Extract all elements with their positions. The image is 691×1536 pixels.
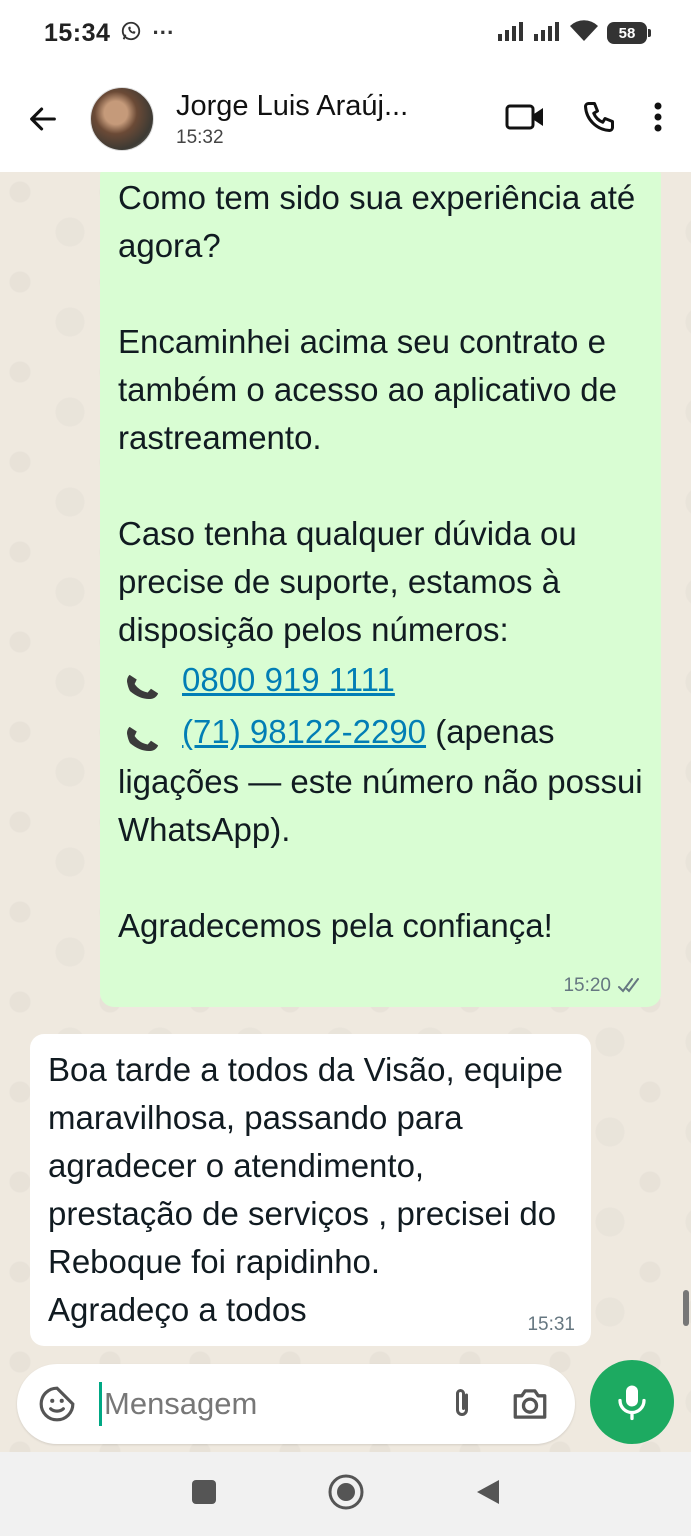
paperclip-icon bbox=[456, 1389, 468, 1416]
back-button[interactable] bbox=[8, 84, 78, 154]
outgoing-message-text-1: Como tem sido sua experiência até agora?… bbox=[118, 179, 636, 648]
sticker-emoji-button[interactable] bbox=[37, 1384, 77, 1424]
chat-header: Jorge Luis Araúj... 15:32 bbox=[0, 66, 691, 172]
contact-name: Jorge Luis Araúj... bbox=[176, 89, 409, 122]
arrow-left-icon bbox=[30, 107, 56, 131]
voice-call-button[interactable] bbox=[581, 99, 617, 140]
wifi-icon bbox=[569, 19, 599, 47]
battery-icon: 58 bbox=[607, 22, 651, 44]
microphone-icon bbox=[618, 1385, 646, 1421]
phone-icon bbox=[584, 101, 614, 132]
phone-2-suffix: (apenas bbox=[426, 713, 555, 750]
circle-icon bbox=[328, 1474, 363, 1509]
incoming-message-text: Boa tarde a todos da Visão, equipe marav… bbox=[48, 1051, 563, 1328]
status-time: 15:34 bbox=[44, 18, 111, 47]
avatar[interactable] bbox=[90, 87, 154, 151]
video-camera-icon bbox=[505, 104, 543, 129]
signal-icon bbox=[497, 20, 525, 47]
outgoing-meta: 15:20 bbox=[563, 975, 645, 997]
video-call-button[interactable] bbox=[505, 102, 545, 137]
more-notifications-icon: ··· bbox=[152, 20, 175, 45]
last-seen: 15:32 bbox=[176, 126, 224, 148]
system-navigation-bar bbox=[0, 1452, 691, 1536]
triangle-back-icon bbox=[476, 1479, 499, 1504]
attach-button[interactable] bbox=[439, 1381, 485, 1427]
outgoing-message-text-2: ligações — este número não possui WhatsA… bbox=[118, 763, 643, 944]
contact-info[interactable]: Jorge Luis Araúj... 15:32 bbox=[176, 90, 446, 149]
sticker-icon bbox=[39, 1386, 75, 1422]
back-nav-button[interactable] bbox=[475, 1478, 501, 1511]
recent-apps-button[interactable] bbox=[191, 1479, 217, 1510]
camera-icon bbox=[513, 1389, 547, 1419]
home-button[interactable] bbox=[327, 1473, 365, 1516]
more-options-button[interactable] bbox=[653, 101, 663, 138]
telephone-receiver-icon bbox=[118, 706, 170, 758]
scrollbar-thumb[interactable] bbox=[683, 1290, 689, 1326]
status-bar: 15:34 ··· 58 bbox=[0, 0, 691, 66]
message-input[interactable] bbox=[99, 1382, 399, 1426]
message-composer bbox=[17, 1364, 575, 1444]
kebab-menu-icon bbox=[654, 102, 662, 131]
telephone-receiver-icon bbox=[118, 654, 170, 706]
double-check-icon bbox=[618, 978, 639, 993]
incoming-time: 15:31 bbox=[527, 1314, 575, 1335]
microphone-button[interactable] bbox=[590, 1360, 674, 1444]
phone-line-1: 0800 919 1111 bbox=[118, 654, 643, 706]
signal-icon-2 bbox=[533, 20, 561, 47]
camera-button[interactable] bbox=[507, 1381, 553, 1427]
phone-link-1[interactable]: 0800 919 1111 bbox=[182, 654, 395, 706]
chat-area[interactable]: Como tem sido sua experiência até agora?… bbox=[0, 172, 691, 1452]
outgoing-message[interactable]: Como tem sido sua experiência até agora?… bbox=[100, 172, 661, 1007]
incoming-message[interactable]: Boa tarde a todos da Visão, equipe marav… bbox=[30, 1034, 591, 1346]
phone-link-2[interactable]: (71) 98122-2290 bbox=[182, 713, 426, 750]
outgoing-time: 15:20 bbox=[563, 975, 611, 996]
whatsapp-notification-icon bbox=[120, 20, 142, 47]
square-icon bbox=[191, 1479, 216, 1504]
phone-line-2: (71) 98122-2290 (apenas bbox=[118, 706, 643, 758]
